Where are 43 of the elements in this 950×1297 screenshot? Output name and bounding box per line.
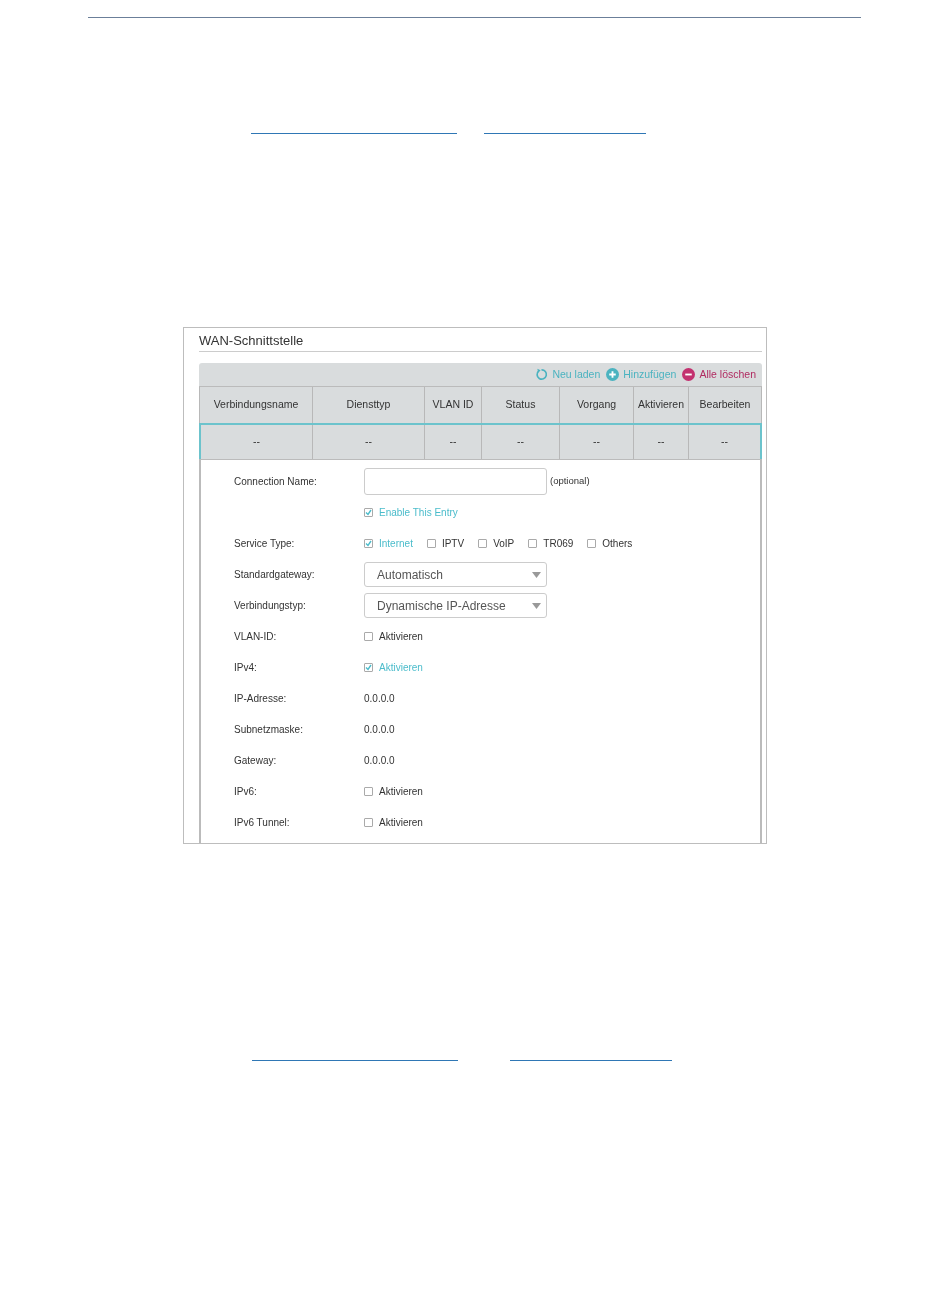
- field-value: 0.0.0.0: [364, 754, 395, 768]
- remove-icon: [682, 368, 696, 381]
- table-cell-text: --: [252, 434, 261, 450]
- check-icon: [365, 540, 372, 547]
- delete-all-button[interactable]: Alle löschen: [682, 366, 756, 383]
- field-label: Standardgateway:: [234, 568, 315, 582]
- field-value: 0.0.0.0: [364, 692, 395, 706]
- field-value: 0.0.0.0: [364, 723, 395, 737]
- text-field[interactable]: [364, 468, 547, 495]
- column-header: Status: [481, 387, 559, 423]
- column-header: Vorgang: [559, 387, 633, 423]
- field-label: Verbindungstyp:: [234, 599, 306, 613]
- field-label: VLAN-ID:: [234, 630, 277, 644]
- column-header: Aktivieren: [633, 387, 688, 423]
- field-label: IPv6:: [234, 785, 257, 799]
- check-icon: [365, 664, 372, 671]
- dropdown-arrow-icon: [532, 602, 541, 609]
- field-label: IPv6 Tunnel:: [234, 816, 290, 830]
- hint-text: (optional): [550, 474, 590, 489]
- column-header: Diensttyp: [312, 387, 424, 423]
- checkbox[interactable]: VoIP: [478, 536, 515, 551]
- check-icon: [365, 509, 372, 516]
- field-label: Subnetzmaske:: [234, 723, 303, 737]
- dropdown[interactable]: Automatisch: [364, 562, 547, 587]
- checkbox[interactable]: IPTV: [426, 536, 465, 551]
- column-header: Bearbeiten: [688, 387, 762, 423]
- dropdown-arrow-icon: [532, 571, 541, 578]
- column-header: VLAN ID: [424, 387, 481, 423]
- panel-title: WAN-Schnittstelle: [199, 328, 762, 352]
- field-label: Service Type:: [234, 537, 295, 551]
- field-label: Connection Name:: [234, 475, 317, 489]
- checkbox[interactable]: TR069: [528, 536, 574, 551]
- checkbox[interactable]: Aktivieren: [364, 784, 423, 799]
- column-header: Verbindungsname: [199, 387, 312, 423]
- add-icon: [606, 368, 620, 381]
- field-label: Gateway:: [234, 754, 277, 768]
- field-label: IP-Adresse:: [234, 692, 287, 706]
- checkbox[interactable]: Aktivieren: [364, 629, 423, 644]
- checkbox[interactable]: Aktivieren: [364, 815, 423, 830]
- reload-icon: [535, 368, 549, 381]
- field-label: IPv4:: [234, 661, 257, 675]
- checkbox[interactable]: Others: [587, 536, 633, 551]
- dropdown[interactable]: Dynamische IP-Adresse: [364, 593, 547, 618]
